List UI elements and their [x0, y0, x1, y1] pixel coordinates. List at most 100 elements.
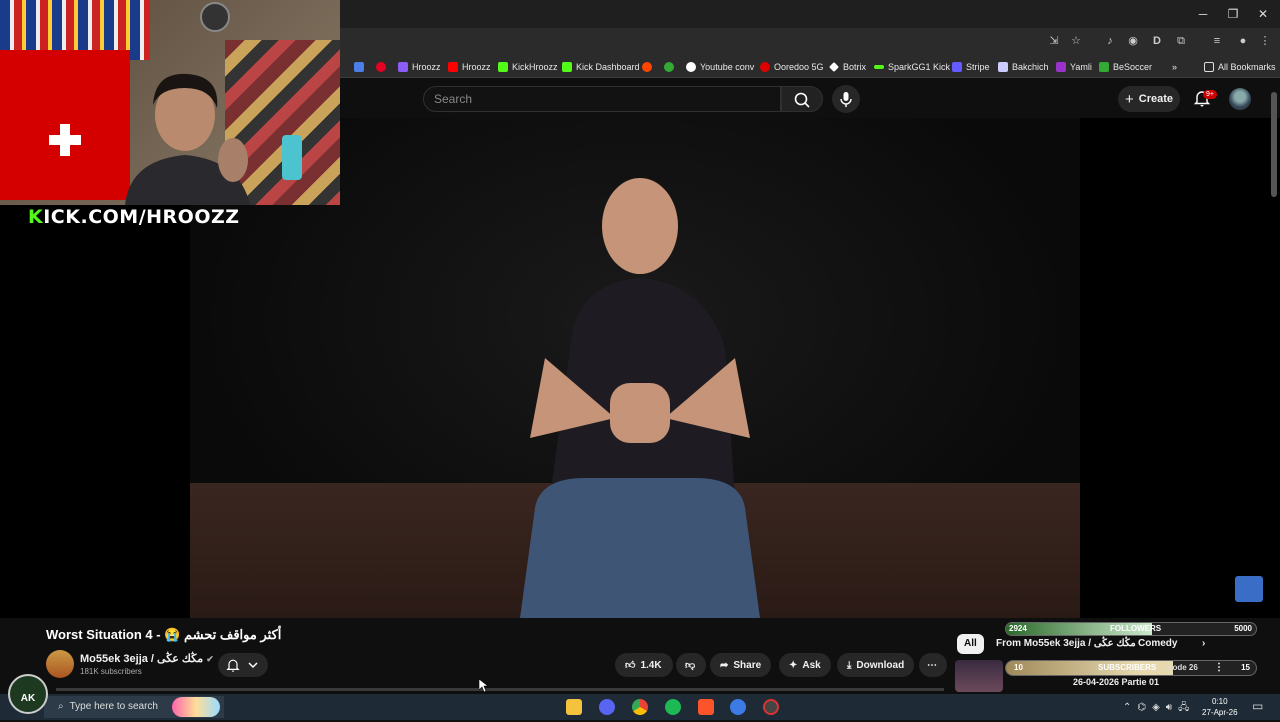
- subscription-bell-button[interactable]: [218, 653, 268, 677]
- bookmark-item[interactable]: KickHroozz: [498, 60, 558, 74]
- kebab-menu-icon[interactable]: ⋮: [1214, 662, 1224, 673]
- youtube-icon: [448, 62, 458, 72]
- search-icon: [794, 92, 810, 108]
- like-button[interactable]: 👍︎ 1.4K: [615, 653, 673, 677]
- subscriber-count: 181K subscribers: [80, 667, 142, 676]
- taskbar-clock[interactable]: 0:10 27-Apr-26: [1202, 696, 1238, 718]
- chip-all[interactable]: All: [957, 634, 984, 654]
- sparkle-icon: ✦: [789, 659, 798, 671]
- spotify-icon[interactable]: [665, 699, 681, 715]
- channel-watermark-icon[interactable]: [1235, 576, 1263, 602]
- besoccer-icon: [1099, 62, 1109, 72]
- share-icon: ➦: [720, 659, 729, 671]
- more-horizontal-icon: ⋯: [927, 659, 937, 671]
- swiss-flag: [0, 50, 130, 200]
- search-highlight-image[interactable]: [172, 697, 220, 717]
- channel-name[interactable]: Mo55ek 3ejja / مڭك عڭى ✔: [80, 652, 214, 665]
- profile-icon[interactable]: ●: [1236, 34, 1250, 48]
- stripe-icon: [952, 62, 962, 72]
- subscribers-label: SUBSCRIBERS: [1098, 663, 1157, 672]
- notifications-icon[interactable]: ▭: [1252, 699, 1263, 713]
- discord-icon[interactable]: [599, 699, 615, 715]
- page-scrollbar[interactable]: [1271, 92, 1277, 197]
- download-icon: ⤓: [847, 659, 852, 671]
- search-input[interactable]: Search: [423, 86, 781, 112]
- kebab-menu-icon[interactable]: ⋮: [1258, 34, 1272, 48]
- file-explorer-icon[interactable]: [566, 699, 582, 715]
- chevron-right-icon[interactable]: ›: [1202, 634, 1205, 654]
- search-icon: ⌕: [58, 701, 64, 712]
- bookmark-icon-s[interactable]: [664, 60, 674, 74]
- bakchich-icon: [998, 62, 1008, 72]
- microphone-light: [282, 135, 302, 180]
- mouse-cursor-icon: [479, 679, 489, 693]
- extension-d-icon[interactable]: D: [1150, 34, 1164, 48]
- obs-icon[interactable]: [763, 699, 779, 715]
- webcam-overlay: [0, 0, 340, 205]
- bookmark-item[interactable]: Botrix: [829, 60, 866, 74]
- recommended-title-partial[interactable]: sode 26: [1168, 663, 1198, 672]
- video-person-figure: [520, 178, 760, 618]
- share-button[interactable]: ➦ Share: [710, 653, 772, 677]
- bookmark-item[interactable]: Youtube conv: [686, 60, 754, 74]
- bookmark-icon-pinterest[interactable]: [376, 60, 386, 74]
- install-icon[interactable]: ⇲: [1047, 34, 1061, 48]
- thumbs-up-icon: 👍︎: [625, 660, 636, 671]
- bookmark-item[interactable]: Kick Dashboard: [562, 60, 640, 74]
- minimize-icon[interactable]: ─: [1188, 4, 1218, 24]
- restore-icon[interactable]: ❐: [1218, 4, 1248, 24]
- voice-search-button[interactable]: [832, 85, 860, 113]
- chip-comedy[interactable]: Comedy: [1138, 634, 1177, 654]
- channel-avatar[interactable]: [46, 650, 74, 678]
- folder-icon: [1204, 62, 1214, 72]
- bookmark-item[interactable]: Hroozz: [398, 60, 441, 74]
- browser-icon[interactable]: [730, 699, 746, 715]
- extension-music-icon[interactable]: ♪: [1103, 34, 1117, 48]
- create-button[interactable]: + Create: [1118, 86, 1180, 112]
- bookmark-item[interactable]: SparkGG1 Kick: [874, 60, 950, 74]
- bookmark-icon-translate[interactable]: [354, 60, 364, 74]
- puzzle-icon[interactable]: ⧉: [1174, 34, 1188, 48]
- brave-icon[interactable]: [698, 699, 714, 715]
- subscribers-count: 10: [1014, 663, 1023, 672]
- ak-logo: AK: [8, 674, 48, 714]
- all-bookmarks[interactable]: All Bookmarks: [1204, 60, 1276, 74]
- tab-search-icon[interactable]: ≡: [1210, 34, 1224, 48]
- download-button[interactable]: ⤓ Download: [837, 653, 915, 677]
- recommended-date[interactable]: 26-04-2026 Partie 01: [1073, 677, 1159, 687]
- followers-count: 2924: [1009, 624, 1027, 633]
- bookmark-item[interactable]: Stripe: [952, 60, 990, 74]
- dislike-button[interactable]: 👎︎: [676, 653, 706, 677]
- system-tray-icons[interactable]: ⌃⌬◈🔊︎🖧︎: [1123, 700, 1195, 717]
- followers-goal: 5000: [1234, 624, 1252, 633]
- chip-from-channel[interactable]: From Mo55ek 3ejja / مڭك عڭى: [996, 634, 1136, 654]
- video-progress-bar[interactable]: [56, 688, 944, 691]
- bookmark-item[interactable]: Yamli: [1056, 60, 1092, 74]
- search-button[interactable]: [781, 86, 823, 112]
- followers-label: FOLLOWERS: [1110, 624, 1162, 633]
- botrix-icon: [829, 62, 839, 72]
- close-icon[interactable]: ✕: [1248, 4, 1278, 24]
- wall-clock: [200, 2, 230, 32]
- bell-icon: [226, 659, 240, 672]
- ask-button[interactable]: ✦ Ask: [779, 653, 831, 677]
- video-title: Worst Situation 4 - 😭 أكثر مواقف تحشم: [46, 627, 282, 642]
- yamli-icon: [1056, 62, 1066, 72]
- twitch-icon: [398, 62, 408, 72]
- extension-sound-icon[interactable]: ◉: [1126, 34, 1140, 48]
- globe-icon: [686, 62, 696, 72]
- bookmark-item[interactable]: Bakchich: [998, 60, 1049, 74]
- star-icon[interactable]: ☆: [1069, 34, 1083, 48]
- bookmark-item[interactable]: BeSoccer: [1099, 60, 1152, 74]
- chrome-icon[interactable]: [632, 699, 648, 715]
- account-avatar[interactable]: [1229, 88, 1251, 110]
- kick-icon: [562, 62, 572, 72]
- ooredoo-icon: [760, 62, 770, 72]
- notification-badge: 9+: [1203, 90, 1217, 99]
- bookmark-item[interactable]: Ooredoo 5G: [760, 60, 824, 74]
- recommended-thumbnail[interactable]: [955, 660, 1003, 692]
- bookmark-item[interactable]: Hroozz: [448, 60, 491, 74]
- bookmark-icon-reddit[interactable]: [642, 60, 652, 74]
- more-actions-button[interactable]: ⋯: [919, 653, 947, 677]
- chevron-right-icon[interactable]: »: [1172, 60, 1177, 74]
